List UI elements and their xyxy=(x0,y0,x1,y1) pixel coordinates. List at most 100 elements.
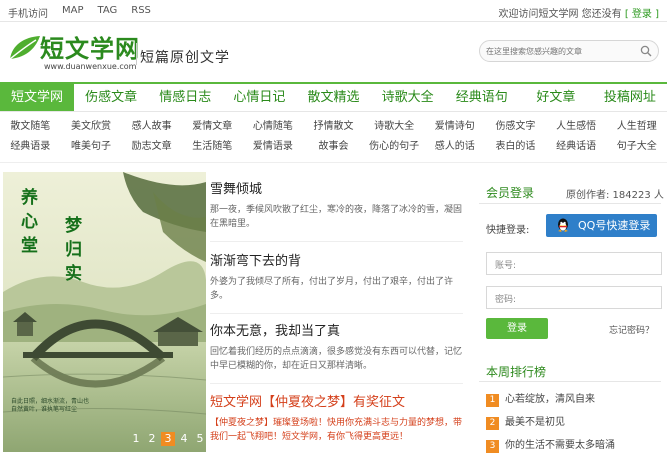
nav-item-emotion-log[interactable]: 情感日志 xyxy=(148,84,222,111)
article-divider xyxy=(210,383,463,384)
sub-nav-row-2: 经典语录 唯美句子 励志文章 生活随笔 爱情语录 故事会 伤心的句子 感人的话 … xyxy=(0,137,667,157)
sub-nav-item[interactable]: 伤感文字 xyxy=(485,117,546,137)
rank-number: 3 xyxy=(486,440,499,453)
quick-login-label: 快捷登录: xyxy=(486,225,530,236)
top-links: 手机访问 MAP TAG RSS xyxy=(8,5,151,20)
sub-nav-item[interactable]: 经典语录 xyxy=(0,137,61,157)
nav-item-good-articles[interactable]: 好文章 xyxy=(519,84,593,111)
rank-number: 2 xyxy=(486,417,499,430)
sub-nav-item[interactable]: 心情随笔 xyxy=(243,117,304,137)
sub-nav-item[interactable]: 伤心的句子 xyxy=(364,137,425,157)
sub-nav-item[interactable]: 抒情散文 xyxy=(303,117,364,137)
featured-slideshow[interactable]: 养心堂 梦归实 自此日照，细水渐流，青山也自然黄叶，谁执笔写红尘 1 2 3 4… xyxy=(3,172,206,452)
header-divider xyxy=(136,43,137,65)
rank-text: 最美不是初见 xyxy=(505,417,565,428)
qq-penguin-icon xyxy=(558,218,568,232)
sub-nav-item[interactable]: 诗歌大全 xyxy=(364,117,425,137)
article-title[interactable]: 短文学网【仲夏夜之梦】有奖征文 xyxy=(210,391,470,410)
article-item: 渐渐弯下去的背 外婆为了我倾尽了所有，付出了岁月，付出了艰辛，付出了许多。 xyxy=(210,250,470,303)
forgot-password-link[interactable]: 忘记密码？ xyxy=(609,323,654,336)
qq-login-label: QQ号快速登录 xyxy=(578,219,651,232)
password-placeholder: 密码: xyxy=(495,295,517,305)
nav-item-prose[interactable]: 散文精选 xyxy=(296,84,370,111)
ranking-item[interactable]: 2 最美不是初见 xyxy=(486,413,565,430)
sub-nav-item[interactable]: 表白的话 xyxy=(485,137,546,157)
search-icon[interactable] xyxy=(640,45,652,57)
top-link-rss[interactable]: RSS xyxy=(131,5,151,20)
rank-number: 1 xyxy=(486,394,499,407)
pager-dot-5[interactable]: 5 xyxy=(193,432,206,446)
article-desc: 那一夜，季候风吹散了红尘，寒冷的夜，降落了冰冷的雪，凝固在黑暗里。 xyxy=(210,205,463,229)
top-link-map[interactable]: MAP xyxy=(62,5,84,20)
sub-nav-item[interactable]: 散文随笔 xyxy=(0,117,61,137)
weekly-ranking-title: 本周排行榜 xyxy=(486,365,547,379)
sub-nav-item[interactable]: 人生哲理 xyxy=(606,117,667,137)
sub-nav-item[interactable]: 生活随笔 xyxy=(182,137,243,157)
author-count: 原创作者: 184223 人 xyxy=(566,190,664,201)
member-login-title: 会员登录 xyxy=(486,186,535,200)
top-bar: 手机访问 MAP TAG RSS 欢迎访问短文学网 您还没有 [ 登录 ] xyxy=(0,0,667,22)
sub-nav-row-1: 散文随笔 美文欣赏 感人故事 爱情文章 心情随笔 抒情散文 诗歌大全 爱情诗句 … xyxy=(0,117,667,137)
sub-nav-item[interactable]: 爱情语录 xyxy=(243,137,304,157)
account-field[interactable]: 账号: xyxy=(486,252,662,275)
search-input[interactable] xyxy=(486,44,636,59)
ranking-divider xyxy=(479,381,661,382)
calligraphy-caption: 自此日照，细水渐流，青山也自然黄叶，谁执笔写红尘 xyxy=(11,398,90,413)
password-field[interactable]: 密码: xyxy=(486,286,662,309)
sub-nav-item[interactable]: 感人的话 xyxy=(424,137,485,157)
main-nav: 短文学网 伤感文章 情感日志 心情日记 散文精选 诗歌大全 经典语句 好文章 投… xyxy=(0,82,667,112)
article-desc: 回忆着我们经历的点点滴滴，很多感觉没有东西可以代替，记忆中早已模糊的你，却在近日… xyxy=(210,347,463,371)
calligraphy-right: 梦归实 xyxy=(65,216,82,284)
article-title[interactable]: 雪舞倾城 xyxy=(210,178,470,197)
article-item-featured: 短文学网【仲夏夜之梦】有奖征文 【仲夏夜之梦】璀璨登场啦！快用你充满斗志与力量的… xyxy=(210,391,470,444)
nav-item-sad-articles[interactable]: 伤感文章 xyxy=(74,84,148,111)
calligraphy-left: 养心堂 xyxy=(21,188,38,256)
site-logo[interactable]: 短文学网 xyxy=(40,29,140,64)
content-divider xyxy=(0,162,667,163)
leaf-logo-icon xyxy=(9,36,40,60)
sub-nav-item[interactable]: 人生感悟 xyxy=(546,117,607,137)
nav-item-submit[interactable]: 投稿网址 xyxy=(593,84,667,111)
site-url: www.duanwenxue.com xyxy=(44,62,137,71)
sub-nav-item[interactable]: 句子大全 xyxy=(606,137,667,157)
sub-nav-item[interactable]: 爱情文章 xyxy=(182,117,243,137)
nav-item-mood-diary[interactable]: 心情日记 xyxy=(222,84,296,111)
sub-nav-item[interactable]: 爱情诗句 xyxy=(424,117,485,137)
article-item: 你本无意，我却当了真 回忆着我们经历的点点滴滴，很多感觉没有东西可以代替，记忆中… xyxy=(210,320,470,373)
account-placeholder: 账号: xyxy=(495,261,517,271)
article-divider xyxy=(210,241,463,242)
header: 短文学网 www.duanwenxue.com 短篇原创文学 xyxy=(0,23,667,81)
article-divider xyxy=(210,313,463,314)
sub-nav-item[interactable]: 励志文章 xyxy=(121,137,182,157)
sub-nav-item[interactable]: 美文欣赏 xyxy=(61,117,122,137)
nav-item-poetry[interactable]: 诗歌大全 xyxy=(371,84,445,111)
article-desc: 外婆为了我倾尽了所有，付出了岁月，付出了艰辛，付出了许多。 xyxy=(210,277,454,301)
search-box xyxy=(479,40,659,62)
slideshow-pager: 1 2 3 4 5 xyxy=(129,432,206,446)
ranking-item[interactable]: 1 心若绽放，清风自来 xyxy=(486,390,595,407)
sub-nav-item[interactable]: 故事会 xyxy=(303,137,364,157)
nav-item-quotes[interactable]: 经典语句 xyxy=(445,84,519,111)
member-divider xyxy=(479,203,661,204)
site-slogan: 短篇原创文学 xyxy=(140,50,230,66)
article-title[interactable]: 你本无意，我却当了真 xyxy=(210,320,470,339)
pager-dot-2[interactable]: 2 xyxy=(145,432,159,446)
sub-nav-item[interactable]: 经典话语 xyxy=(546,137,607,157)
top-link-mobile[interactable]: 手机访问 xyxy=(8,5,48,20)
nav-item-home[interactable]: 短文学网 xyxy=(0,84,75,111)
login-button[interactable]: 登录 xyxy=(486,318,548,339)
pager-dot-1[interactable]: 1 xyxy=(129,432,143,446)
pager-dot-3[interactable]: 3 xyxy=(161,432,175,446)
welcome-area: 欢迎访问短文学网 您还没有 [ 登录 ] xyxy=(498,5,659,20)
top-link-tag[interactable]: TAG xyxy=(98,5,118,20)
login-link[interactable]: [ 登录 ] xyxy=(625,9,659,20)
sub-nav-item[interactable]: 感人故事 xyxy=(121,117,182,137)
article-title[interactable]: 渐渐弯下去的背 xyxy=(210,250,470,269)
sub-nav-item[interactable]: 唯美句子 xyxy=(61,137,122,157)
article-item: 雪舞倾城 那一夜，季候风吹散了红尘，寒冷的夜，降落了冰冷的雪，凝固在黑暗里。 xyxy=(210,178,470,231)
rank-text: 你的生活不需要太多暗涌 xyxy=(505,440,615,451)
pager-dot-4[interactable]: 4 xyxy=(177,432,191,446)
qq-login-button[interactable]: QQ号快速登录 xyxy=(546,214,657,237)
welcome-text: 欢迎访问短文学网 您还没有 xyxy=(498,9,622,20)
ranking-item[interactable]: 3 你的生活不需要太多暗涌 xyxy=(486,436,615,453)
